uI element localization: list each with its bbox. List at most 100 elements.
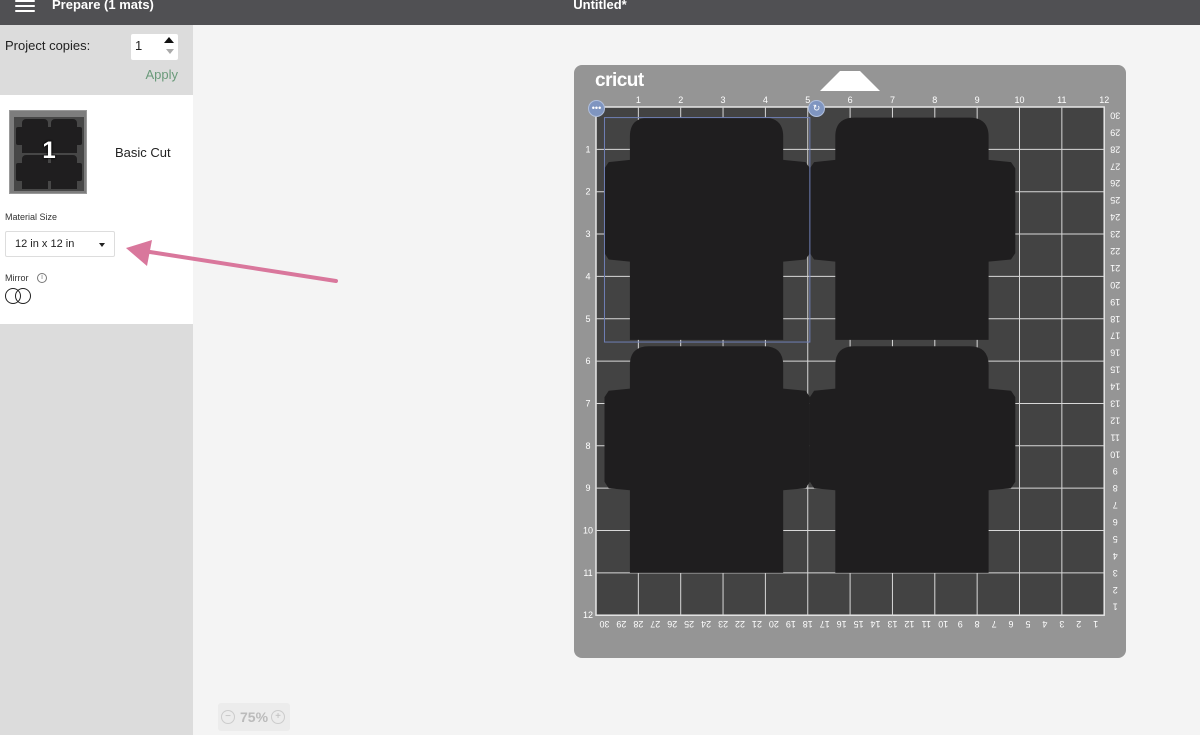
ruler-label-bottom: 13 [887, 619, 897, 629]
ruler-label-bottom: 5 [1025, 619, 1030, 629]
ruler-label-bottom: 4 [1042, 619, 1047, 629]
ruler-label-top: 1 [636, 95, 641, 105]
zoom-in-button[interactable]: + [271, 710, 285, 724]
ruler-label-bottom: 17 [820, 619, 830, 629]
ruler-label-left: 12 [583, 610, 593, 620]
ruler-label-top: 8 [932, 95, 937, 105]
envelope-shape [604, 346, 810, 573]
ruler-label-left: 8 [585, 441, 590, 451]
toggle-track [15, 288, 31, 304]
ruler-label-right: 19 [1110, 297, 1120, 307]
material-size-value: 12 in x 12 in [15, 238, 75, 250]
mirror-toggle[interactable] [5, 288, 32, 304]
cut-type-label: Basic Cut [115, 145, 171, 160]
ruler-label-top: 4 [763, 95, 768, 105]
ruler-label-bottom: 16 [837, 619, 847, 629]
ruler-label-bottom: 15 [854, 619, 864, 629]
mat-thumbnail[interactable]: 1 [9, 110, 87, 194]
envelope-shape [604, 117, 810, 340]
ruler-label-top: 3 [721, 95, 726, 105]
ruler-label-bottom: 19 [786, 619, 796, 629]
ruler-label-right: 11 [1111, 432, 1120, 442]
ruler-label-bottom: 8 [975, 619, 980, 629]
ruler-label-left: 1 [585, 144, 590, 154]
ruler-label-right: 4 [1113, 551, 1118, 561]
thumbnail-shape [16, 163, 82, 181]
project-copies-value: 1 [135, 38, 143, 53]
ruler-label-bottom: 23 [718, 619, 728, 629]
ruler-label-bottom: 18 [803, 619, 813, 629]
ruler-label-bottom: 1 [1093, 619, 1098, 629]
ruler-label-right: 2 [1113, 585, 1118, 595]
ruler-label-right: 5 [1113, 534, 1118, 544]
ruler-label-right: 23 [1110, 229, 1120, 239]
ruler-label-top: 6 [848, 95, 853, 105]
ruler-label-right: 15 [1110, 365, 1120, 375]
ruler-label-right: 30 [1110, 110, 1120, 120]
ruler-label-bottom: 11 [922, 619, 931, 629]
ruler-label-bottom: 29 [616, 619, 626, 629]
ruler-label-left: 10 [583, 526, 593, 536]
ruler-label-right: 14 [1110, 382, 1120, 392]
ruler-label-bottom: 14 [871, 619, 881, 629]
ruler-label-left: 11 [583, 568, 592, 578]
material-size-label: Material Size [5, 212, 58, 222]
ruler-label-right: 10 [1110, 449, 1120, 459]
ruler-label-top: 12 [1099, 95, 1109, 105]
ruler-label-bottom: 12 [904, 619, 914, 629]
ruler-label-bottom: 26 [667, 619, 677, 629]
ruler-label-bottom: 2 [1076, 619, 1081, 629]
ruler-label-right: 12 [1110, 415, 1120, 425]
mat-top-notch [820, 71, 880, 91]
cutting-mat: 1 2 3 4 5 6 7 8 9 10 11 12 1 2 3 4 5 6 7 8 9 10 11 12 30 29 28 27 26… [574, 65, 1126, 658]
ruler-label-right: 27 [1110, 161, 1120, 171]
ruler-label-right: 8 [1113, 483, 1118, 493]
ruler-label-right: 21 [1110, 263, 1120, 273]
ruler-label-bottom: 30 [599, 619, 609, 629]
ruler-label-right: 13 [1110, 398, 1120, 408]
zoom-control: − 75% + [218, 703, 290, 731]
envelope-shape [809, 117, 1016, 340]
increment-arrow-icon[interactable] [164, 37, 174, 43]
ruler-label-right: 28 [1110, 144, 1120, 154]
ruler-label-right: 18 [1110, 314, 1120, 324]
project-title: Untitled* [573, 0, 627, 12]
ruler-label-left: 2 [585, 187, 590, 197]
ruler-label-bottom: 22 [735, 619, 745, 629]
ruler-label-top: 10 [1014, 95, 1024, 105]
project-copies-label: Project copies: [5, 38, 91, 53]
rotate-icon[interactable]: ↻ [808, 100, 825, 117]
ruler-label-bottom: 9 [958, 619, 963, 629]
ruler-label-bottom: 6 [1009, 619, 1014, 629]
zoom-level: 75% [240, 709, 269, 725]
ruler-label-top: 11 [1057, 95, 1066, 105]
ruler-label-left: 9 [585, 483, 590, 493]
ruler-label-top: 7 [890, 95, 895, 105]
ruler-label-bottom: 3 [1059, 619, 1064, 629]
mirror-label: Mirror [5, 273, 29, 283]
ruler-label-right: 20 [1110, 280, 1120, 290]
ruler-label-left: 7 [585, 398, 590, 408]
decrement-arrow-icon[interactable] [166, 49, 174, 54]
ruler-label-right: 16 [1110, 348, 1120, 358]
project-copies-input[interactable]: 1 [131, 34, 178, 60]
material-size-select[interactable]: 12 in x 12 in [5, 231, 115, 257]
zoom-out-button[interactable]: − [221, 710, 235, 724]
info-icon[interactable]: i [37, 273, 47, 283]
ruler-label-bottom: 28 [633, 619, 643, 629]
ruler-label-right: 7 [1113, 500, 1118, 510]
apply-button[interactable]: Apply [145, 67, 178, 82]
mat-card: 1 Basic Cut Material Size 12 in x 12 in … [0, 95, 193, 324]
ruler-label-right: 22 [1110, 246, 1120, 256]
cricut-logo: cricut [595, 70, 644, 91]
ruler-label-right: 9 [1113, 466, 1118, 476]
ruler-label-right: 1 [1113, 602, 1118, 612]
mat-svg: 1 2 3 4 5 6 7 8 9 10 11 121234567891011123029282726… [583, 71, 1120, 629]
ruler-label-right: 29 [1110, 127, 1120, 137]
project-copies-row: Project copies: 1 Apply [0, 25, 193, 95]
more-options-icon[interactable]: ••• [588, 100, 605, 117]
ruler-label-top: 2 [678, 95, 683, 105]
chevron-down-icon [99, 243, 105, 247]
ruler-label-right: 24 [1110, 212, 1120, 222]
ruler-label-bottom: 7 [992, 619, 997, 629]
